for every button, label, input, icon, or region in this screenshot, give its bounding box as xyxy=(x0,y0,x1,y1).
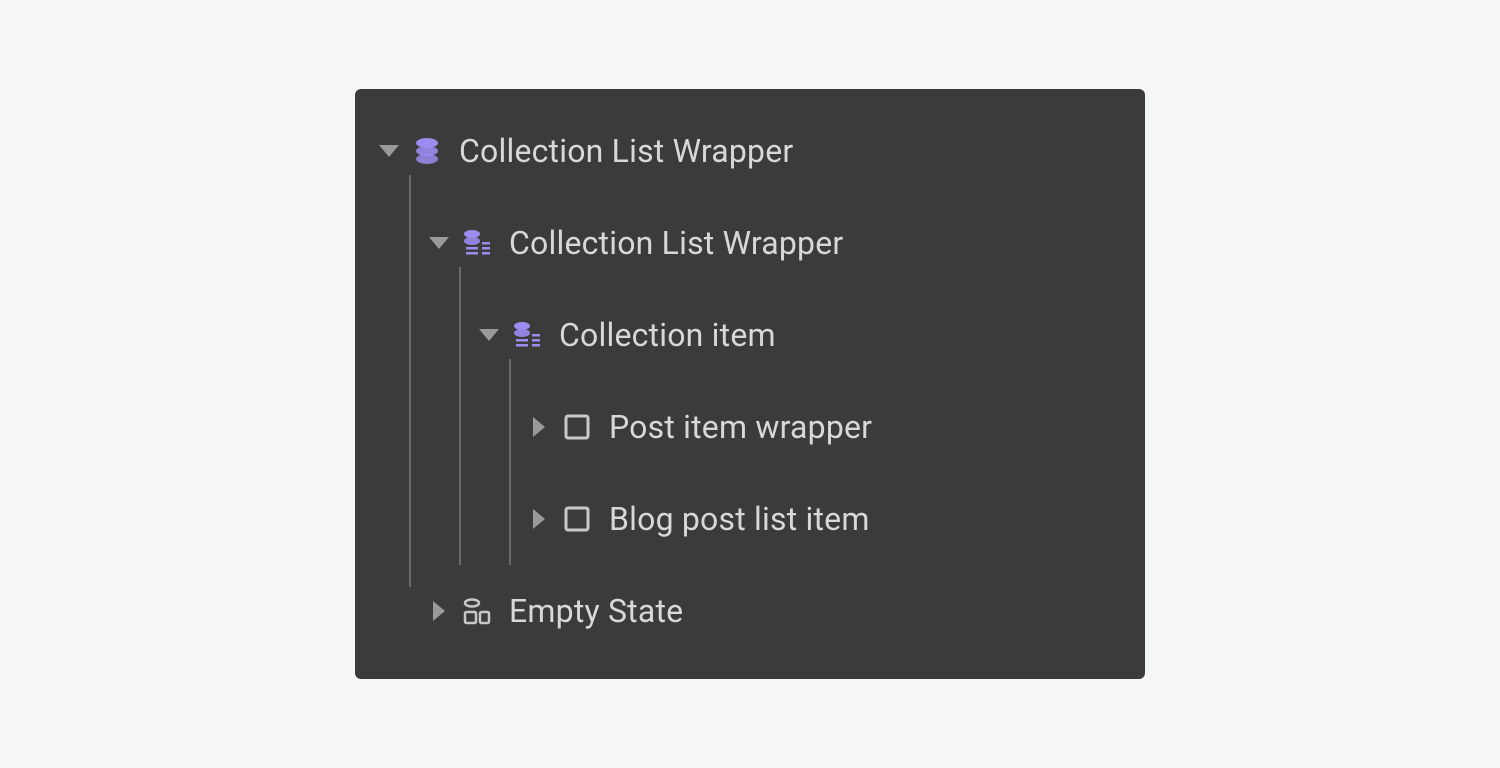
tree-item-collection-list-wrapper-child[interactable]: Collection List Wrapper xyxy=(379,219,1121,267)
database-icon xyxy=(411,135,443,167)
database-list-icon xyxy=(461,227,493,259)
tree-item-label: Empty State xyxy=(509,592,683,630)
chevron-down-icon[interactable] xyxy=(429,237,449,249)
tree-item-blog-post-list-item[interactable]: Blog post list item xyxy=(379,495,1121,543)
tree-item-label: Collection List Wrapper xyxy=(459,132,793,170)
tree-item-collection-item[interactable]: Collection item xyxy=(379,311,1121,359)
box-icon xyxy=(561,411,593,443)
tree-item-collection-list-wrapper-root[interactable]: Collection List Wrapper xyxy=(379,127,1121,175)
tree-item-post-item-wrapper[interactable]: Post item wrapper xyxy=(379,403,1121,451)
chevron-right-icon[interactable] xyxy=(533,509,545,529)
chevron-down-icon[interactable] xyxy=(479,329,499,341)
chevron-down-icon[interactable] xyxy=(379,145,399,157)
database-list-icon xyxy=(511,319,543,351)
box-icon xyxy=(561,503,593,535)
empty-state-icon xyxy=(461,595,493,627)
tree-item-empty-state[interactable]: Empty State xyxy=(379,587,1121,635)
tree-item-label: Collection item xyxy=(559,316,776,354)
tree-item-label: Blog post list item xyxy=(609,500,870,538)
tree-item-label: Post item wrapper xyxy=(609,408,872,446)
navigator-panel: Collection List Wrapper Collection List … xyxy=(355,89,1145,679)
chevron-right-icon[interactable] xyxy=(433,601,445,621)
tree-item-label: Collection List Wrapper xyxy=(509,224,843,262)
chevron-right-icon[interactable] xyxy=(533,417,545,437)
